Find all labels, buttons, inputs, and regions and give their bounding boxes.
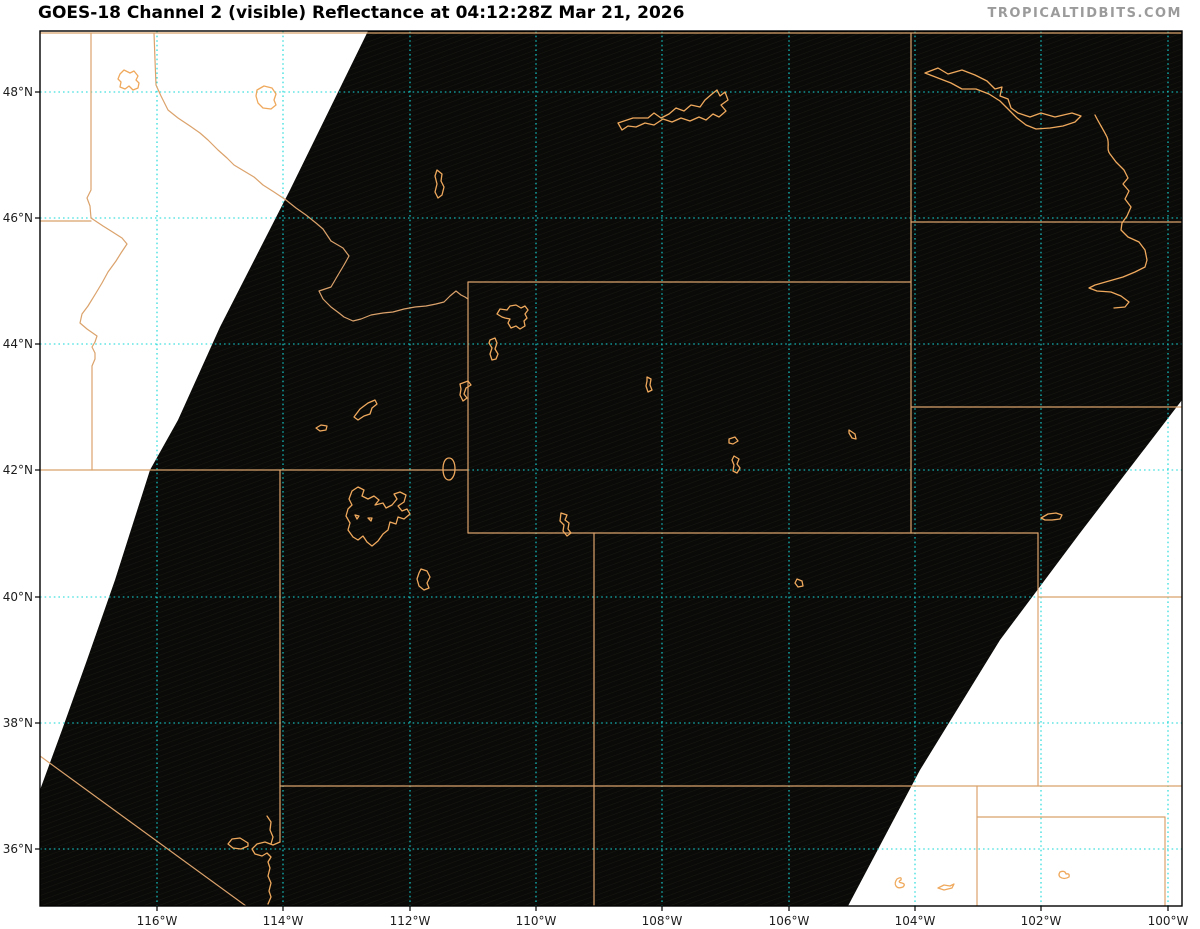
scan-area: [40, 31, 1182, 906]
ute-reservoir: [937, 883, 955, 891]
flathead-lake: [255, 85, 277, 110]
lon-tick-label: 116°W: [136, 914, 178, 928]
lon-tick-label: 102°W: [1020, 914, 1062, 928]
satellite-map: [35, 30, 1183, 911]
lon-tick-label: 108°W: [641, 914, 683, 928]
conchas-lake: [894, 877, 905, 889]
lat-tick-label: 40°N: [2, 590, 33, 604]
lon-tick-label: 112°W: [389, 914, 431, 928]
lon-tick-label: 110°W: [515, 914, 557, 928]
lat-tick-label: 46°N: [2, 211, 33, 225]
lake-pend-oreille: [117, 69, 140, 91]
lat-tick-label: 48°N: [2, 85, 33, 99]
lat-tick-label: 44°N: [2, 337, 33, 351]
lon-tick-label: 100°W: [1147, 914, 1189, 928]
scan-sector-texture: [40, 31, 1182, 906]
lat-tick-label: 42°N: [2, 463, 33, 477]
lon-tick-label: 114°W: [262, 914, 304, 928]
map-canvas: GOES-18 Channel 2 (visible) Reflectance …: [0, 0, 1200, 929]
lon-tick-label: 104°W: [894, 914, 936, 928]
lat-tick-label: 38°N: [2, 716, 33, 730]
lon-tick-label: 106°W: [768, 914, 810, 928]
lat-tick-label: 36°N: [2, 842, 33, 856]
lake-meredith: [1058, 870, 1070, 880]
border-wa-id: [86, 32, 92, 219]
